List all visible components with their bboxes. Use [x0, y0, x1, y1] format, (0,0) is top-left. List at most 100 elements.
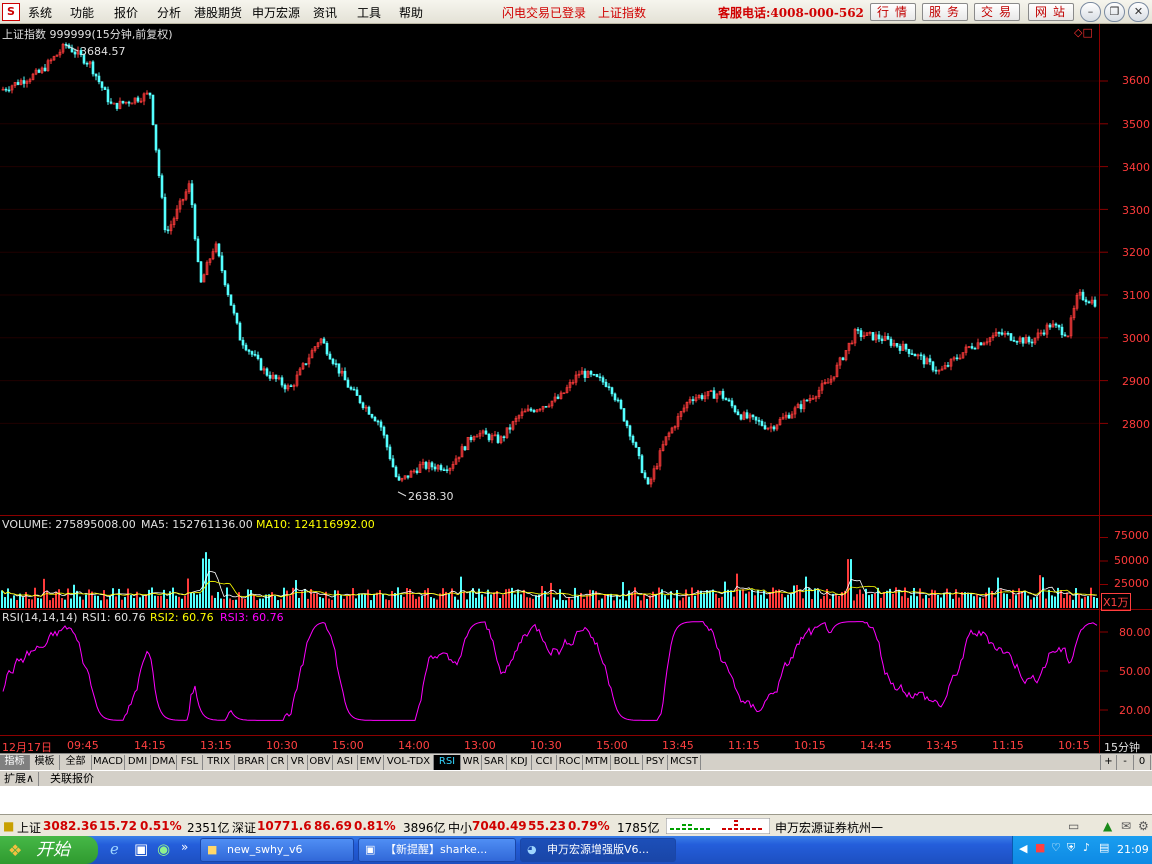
- tab-sar[interactable]: SAR: [482, 755, 507, 770]
- volume-bar: [244, 599, 246, 608]
- menu-quote[interactable]: 报价: [114, 4, 138, 21]
- sh-index-name[interactable]: 上证: [17, 819, 41, 836]
- tab-template[interactable]: 模板: [30, 755, 60, 770]
- index-status-bar: ■ 上证 3082.36 15.72 0.51% 2351亿 深证 10771.…: [0, 814, 1152, 836]
- ie-icon[interactable]: ℯ: [110, 840, 119, 858]
- tab-vr[interactable]: VR: [288, 755, 308, 770]
- volume-bar: [619, 599, 621, 608]
- tab-dmi[interactable]: DMI: [125, 755, 151, 770]
- menu-system[interactable]: 系统: [28, 4, 52, 21]
- volume-bar: [340, 595, 342, 608]
- settings-icon[interactable]: ⚙: [1138, 819, 1149, 833]
- desktop-icon[interactable]: ▣: [134, 840, 148, 858]
- chart-expand-icon[interactable]: ◇□: [1074, 26, 1093, 39]
- tab-cr[interactable]: CR: [268, 755, 288, 770]
- tab-emv[interactable]: EMV: [358, 755, 384, 770]
- tab-kdj[interactable]: KDJ: [507, 755, 532, 770]
- candle-body: [856, 329, 860, 331]
- tab-macd[interactable]: MACD: [92, 755, 125, 770]
- candle-body: [502, 436, 506, 438]
- candle-body: [592, 374, 596, 376]
- volume-bar: [112, 588, 114, 608]
- candle-body: [712, 390, 716, 399]
- task-folder[interactable]: ■ new_swhy_v6: [200, 838, 354, 862]
- restore-icon[interactable]: ❐: [1104, 2, 1125, 22]
- flash-trade-status[interactable]: 闪电交易已登录: [502, 4, 586, 21]
- volume-bar: [847, 559, 849, 608]
- menu-hk-futures[interactable]: 港股期货: [194, 4, 242, 21]
- candle-body: [904, 343, 908, 350]
- close-icon[interactable]: ✕: [1128, 2, 1149, 22]
- tab-vol-tdx[interactable]: VOL-TDX: [384, 755, 434, 770]
- tray-heart-icon[interactable]: ♡: [1051, 841, 1061, 854]
- volume-bar: [151, 587, 153, 608]
- task-forum[interactable]: ▣ 【新提醒】sharke...: [358, 838, 516, 862]
- tab-wr[interactable]: WR: [461, 755, 482, 770]
- tab-indicator[interactable]: 指标: [0, 755, 30, 770]
- volume-bar: [988, 587, 990, 608]
- message-icon[interactable]: ✉: [1121, 819, 1131, 833]
- menu-tools[interactable]: 工具: [357, 4, 381, 21]
- tab-cci[interactable]: CCI: [532, 755, 557, 770]
- website-button[interactable]: 网站: [1028, 3, 1074, 21]
- candle-body: [532, 410, 536, 413]
- sh-index-amount: 2351亿: [187, 821, 230, 835]
- tab-expand[interactable]: 扩展∧: [0, 772, 40, 787]
- tab-psy[interactable]: PSY: [643, 755, 668, 770]
- menu-help[interactable]: 帮助: [399, 4, 423, 21]
- tray-shield-icon[interactable]: ⛨: [1067, 841, 1075, 855]
- volume-bar: [601, 598, 603, 608]
- menu-swhy[interactable]: 申万宏源: [252, 4, 300, 21]
- chart-area[interactable]: [0, 24, 1152, 753]
- remove-pane-button[interactable]: -: [1117, 755, 1134, 770]
- tab-trix[interactable]: TRIX: [203, 755, 235, 770]
- service-button[interactable]: 服务: [922, 3, 968, 21]
- volume-bar: [331, 599, 333, 608]
- tab-obv[interactable]: OBV: [308, 755, 333, 770]
- volume-bar: [907, 597, 909, 608]
- zx-index-price: 7040.49: [472, 819, 527, 833]
- browser-icon[interactable]: ◉: [157, 840, 170, 858]
- volume-bar: [109, 596, 111, 608]
- task-swhy-label: 申万宏源增强版V6...: [547, 843, 650, 856]
- add-pane-button[interactable]: +: [1100, 755, 1117, 770]
- tab-mtm[interactable]: MTM: [583, 755, 611, 770]
- menu-news[interactable]: 资讯: [313, 4, 337, 21]
- lock-icon[interactable]: ▭: [1068, 819, 1079, 833]
- reset-pane-button[interactable]: 0: [1134, 755, 1151, 770]
- candle-body: [529, 408, 533, 411]
- minimize-icon[interactable]: –: [1080, 2, 1101, 22]
- tab-related-quote[interactable]: 关联报价: [46, 772, 98, 787]
- candle-body: [352, 388, 356, 391]
- menu-analysis[interactable]: 分析: [157, 4, 181, 21]
- menu-function[interactable]: 功能: [70, 4, 94, 21]
- tab-rsi[interactable]: RSI: [434, 755, 461, 770]
- volume-bar: [874, 593, 876, 608]
- tab-all[interactable]: 全部: [60, 755, 92, 770]
- sz-index-name[interactable]: 深证: [232, 819, 256, 836]
- tab-boll[interactable]: BOLL: [611, 755, 643, 770]
- time-tick: 14:15: [134, 739, 166, 752]
- time-tick: 14:00: [398, 739, 430, 752]
- tab-dma[interactable]: DMA: [151, 755, 177, 770]
- tab-roc[interactable]: ROC: [557, 755, 583, 770]
- trade-button[interactable]: 交易: [974, 3, 1020, 21]
- volume-bar: [172, 587, 174, 608]
- volume-bar: [283, 587, 285, 608]
- tray-network-icon[interactable]: ▤: [1099, 841, 1109, 854]
- tab-fsl[interactable]: FSL: [177, 755, 203, 770]
- market-button[interactable]: 行情: [870, 3, 916, 21]
- menu-bar: S 系统 功能 报价 分析 港股期货 申万宏源 资讯 工具 帮助 闪电交易已登录…: [0, 0, 1152, 24]
- volume-bar: [208, 558, 210, 608]
- tab-mcst[interactable]: MCST: [668, 755, 701, 770]
- tray-volume-icon[interactable]: ♪: [1083, 841, 1090, 854]
- tray-arrow-icon[interactable]: ◀: [1019, 842, 1027, 855]
- candle-body: [610, 387, 614, 395]
- tab-asi[interactable]: ASI: [333, 755, 358, 770]
- quicklaunch-more-icon[interactable]: »: [181, 840, 188, 854]
- volume-bar: [388, 600, 390, 608]
- zx-index-name[interactable]: 中小: [448, 819, 472, 836]
- task-swhy[interactable]: ◕ 申万宏源增强版V6...: [520, 838, 676, 862]
- tray-flag-icon[interactable]: ■: [1035, 841, 1045, 854]
- tab-brar[interactable]: BRAR: [235, 755, 268, 770]
